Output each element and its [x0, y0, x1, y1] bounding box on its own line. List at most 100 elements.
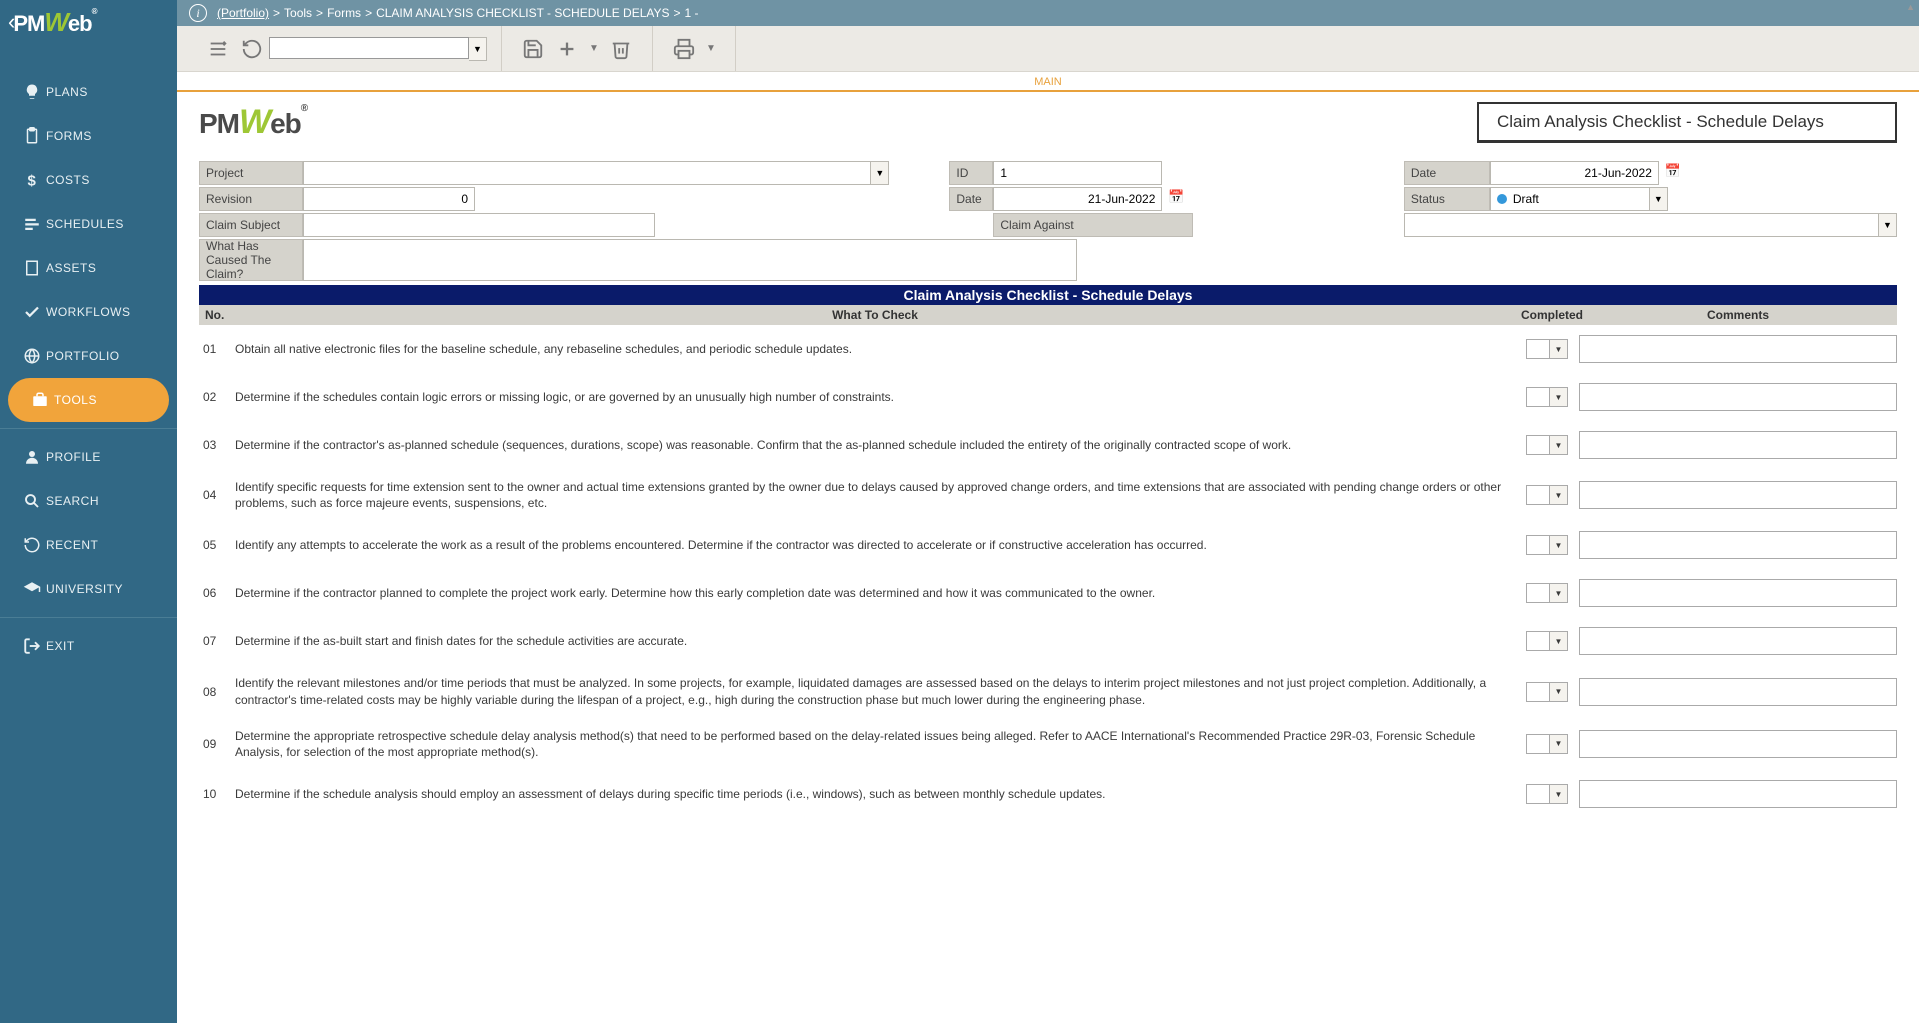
label-what-caused: What Has Caused The Claim?	[199, 239, 303, 281]
input-date[interactable]	[1490, 161, 1659, 185]
sidebar-item-workflows[interactable]: WORKFLOWS	[0, 290, 177, 334]
completed-checkbox[interactable]	[1526, 485, 1550, 505]
print-dropdown-icon[interactable]: ▼	[703, 34, 719, 64]
form-title: Claim Analysis Checklist - Schedule Dela…	[1477, 102, 1897, 143]
completed-dropdown[interactable]: ▼	[1550, 535, 1568, 555]
completed-checkbox[interactable]	[1526, 583, 1550, 603]
claim-against-dropdown[interactable]: ▼	[1879, 213, 1897, 237]
sidebar-item-exit[interactable]: EXIT	[0, 624, 177, 668]
label-project: Project	[199, 161, 303, 185]
label-claim-against: Claim Against	[993, 213, 1193, 237]
bars-icon	[18, 215, 46, 233]
main-content: i (Portfolio) >Tools>Forms>CLAIM ANALYSI…	[177, 0, 1919, 1023]
sidebar: ‹ PMWeb® PLANSFORMS$COSTSSCHEDULESASSETS…	[0, 0, 177, 1023]
calendar-icon-2[interactable]: 📅	[1166, 187, 1186, 207]
completed-dropdown[interactable]: ▼	[1550, 435, 1568, 455]
search-icon	[18, 492, 46, 510]
input-id[interactable]	[993, 161, 1162, 185]
calendar-icon[interactable]: 📅	[1663, 161, 1683, 181]
checklist-row: 09Determine the appropriate retrospectiv…	[199, 718, 1897, 770]
completed-dropdown[interactable]: ▼	[1550, 734, 1568, 754]
comments-input[interactable]	[1579, 431, 1897, 459]
completed-checkbox[interactable]	[1526, 535, 1550, 555]
completed-checkbox[interactable]	[1526, 387, 1550, 407]
sidebar-item-schedules[interactable]: SCHEDULES	[0, 202, 177, 246]
lightbulb-icon	[18, 83, 46, 101]
logo: ‹ PMWeb®	[0, 0, 177, 44]
completed-dropdown[interactable]: ▼	[1550, 784, 1568, 804]
save-icon[interactable]	[518, 34, 548, 64]
exit-icon	[18, 637, 46, 655]
comments-input[interactable]	[1579, 579, 1897, 607]
input-claim-against[interactable]	[1404, 213, 1879, 237]
clipboard-icon	[18, 127, 46, 145]
sidebar-item-tools[interactable]: TOOLS	[8, 378, 169, 422]
completed-checkbox[interactable]	[1526, 631, 1550, 651]
completed-checkbox[interactable]	[1526, 435, 1550, 455]
checklist-row: 07Determine if the as-built start and fi…	[199, 617, 1897, 665]
record-select[interactable]	[269, 37, 469, 59]
input-status[interactable]: Draft	[1490, 187, 1650, 211]
project-dropdown[interactable]: ▼	[871, 161, 889, 185]
breadcrumb: i (Portfolio) >Tools>Forms>CLAIM ANALYSI…	[177, 0, 1919, 26]
comments-input[interactable]	[1579, 531, 1897, 559]
input-project[interactable]	[303, 161, 871, 185]
completed-checkbox[interactable]	[1526, 339, 1550, 359]
comments-input[interactable]	[1579, 335, 1897, 363]
completed-dropdown[interactable]: ▼	[1550, 631, 1568, 651]
briefcase-icon	[26, 391, 54, 409]
sidebar-item-university[interactable]: UNIVERSITY	[0, 567, 177, 611]
completed-dropdown[interactable]: ▼	[1550, 583, 1568, 603]
print-icon[interactable]	[669, 34, 699, 64]
gradcap-icon	[18, 580, 46, 598]
input-revision[interactable]	[303, 187, 475, 211]
comments-input[interactable]	[1579, 383, 1897, 411]
comments-input[interactable]	[1579, 481, 1897, 509]
checklist-row: 01Obtain all native electronic files for…	[199, 325, 1897, 373]
comments-input[interactable]	[1579, 678, 1897, 706]
checklist-row: 05Identify any attempts to accelerate th…	[199, 521, 1897, 569]
input-date2[interactable]	[993, 187, 1162, 211]
label-id: ID	[949, 161, 993, 185]
sidebar-item-costs[interactable]: $COSTS	[0, 158, 177, 202]
completed-dropdown[interactable]: ▼	[1550, 339, 1568, 359]
checklist-row: 03Determine if the contractor's as-plann…	[199, 421, 1897, 469]
info-icon[interactable]: i	[189, 4, 207, 22]
breadcrumb-root[interactable]: (Portfolio)	[217, 6, 269, 20]
scroll-up-icon[interactable]: ▲	[1906, 2, 1915, 12]
comments-input[interactable]	[1579, 780, 1897, 808]
label-claim-subject: Claim Subject	[199, 213, 303, 237]
status-indicator-icon	[1497, 194, 1507, 204]
sidebar-item-plans[interactable]: PLANS	[0, 70, 177, 114]
completed-dropdown[interactable]: ▼	[1550, 682, 1568, 702]
completed-dropdown[interactable]: ▼	[1550, 485, 1568, 505]
completed-checkbox[interactable]	[1526, 784, 1550, 804]
label-date: Date	[1404, 161, 1490, 185]
sidebar-item-forms[interactable]: FORMS	[0, 114, 177, 158]
completed-checkbox[interactable]	[1526, 734, 1550, 754]
checklist-title: Claim Analysis Checklist - Schedule Dela…	[199, 285, 1897, 305]
toolbar: ▼ ▼ ▼	[177, 26, 1919, 72]
tab-main[interactable]: MAIN	[1034, 76, 1062, 88]
add-icon[interactable]	[552, 34, 582, 64]
add-dropdown-icon[interactable]: ▼	[586, 34, 602, 64]
sidebar-item-assets[interactable]: ASSETS	[0, 246, 177, 290]
comments-input[interactable]	[1579, 730, 1897, 758]
globe-icon	[18, 347, 46, 365]
completed-dropdown[interactable]: ▼	[1550, 387, 1568, 407]
input-what-caused[interactable]	[303, 239, 1077, 281]
undo-icon[interactable]	[237, 34, 267, 64]
sidebar-item-search[interactable]: SEARCH	[0, 479, 177, 523]
sidebar-item-recent[interactable]: RECENT	[0, 523, 177, 567]
dollar-icon: $	[18, 171, 46, 189]
check-icon	[18, 303, 46, 321]
sidebar-item-portfolio[interactable]: PORTFOLIO	[0, 334, 177, 378]
record-select-dropdown[interactable]: ▼	[469, 37, 487, 61]
comments-input[interactable]	[1579, 627, 1897, 655]
sidebar-item-profile[interactable]: PROFILE	[0, 435, 177, 479]
status-dropdown[interactable]: ▼	[1650, 187, 1668, 211]
input-claim-subject[interactable]	[303, 213, 655, 237]
list-icon[interactable]	[203, 34, 233, 64]
delete-icon[interactable]	[606, 34, 636, 64]
completed-checkbox[interactable]	[1526, 682, 1550, 702]
